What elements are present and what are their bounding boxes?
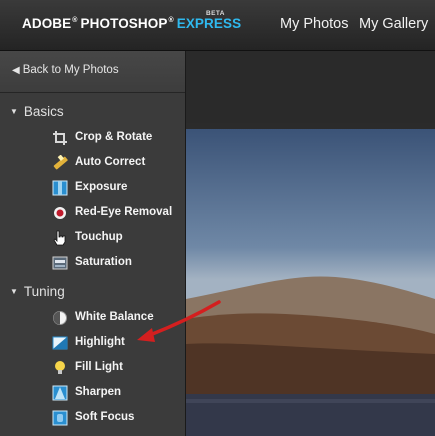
soft-focus-icon xyxy=(52,410,68,426)
highlight-icon xyxy=(52,335,68,351)
tool-auto-correct[interactable]: Auto Correct xyxy=(52,153,182,173)
back-label: Back to My Photos xyxy=(22,64,119,76)
tool-exposure[interactable]: Exposure xyxy=(52,178,182,198)
registered-mark: ® xyxy=(168,17,174,24)
tool-saturation[interactable]: Saturation xyxy=(52,253,182,273)
brand-adobe: ADOBE xyxy=(22,16,72,31)
section-tuning-header[interactable]: ▼ Tuning xyxy=(10,284,65,299)
photo-preview[interactable] xyxy=(186,129,435,436)
back-to-my-photos-link[interactable]: ◀ Back to My Photos xyxy=(12,64,119,76)
back-arrow-icon: ◀ xyxy=(12,65,20,76)
tool-red-eye-removal[interactable]: Red-Eye Removal xyxy=(52,203,182,223)
tool-label: Red-Eye Removal xyxy=(75,206,173,218)
crop-icon xyxy=(52,130,68,146)
photo-landscape xyxy=(186,129,435,436)
beta-badge: BETA xyxy=(206,10,225,17)
tool-highlight[interactable]: Highlight xyxy=(52,333,182,353)
tool-label: Sharpen xyxy=(75,386,122,398)
app-header: ADOBE® PHOTOSHOP® EXPRESS BETA My Photos M… xyxy=(0,0,435,51)
sharpen-icon xyxy=(52,385,68,401)
section-title: Tuning xyxy=(23,284,65,299)
brand-photoshop: PHOTOSHOP xyxy=(80,16,168,31)
tool-sharpen[interactable]: Sharpen xyxy=(52,383,182,403)
photo-canvas[interactable] xyxy=(186,51,435,436)
section-title: Basics xyxy=(23,104,64,119)
tool-crop-rotate[interactable]: Crop & Rotate xyxy=(52,128,182,148)
canvas-top-strip xyxy=(186,51,435,123)
tool-label: Auto Correct xyxy=(75,156,146,168)
tool-label: Highlight xyxy=(75,336,125,348)
app-logo[interactable]: ADOBE® PHOTOSHOP® EXPRESS BETA xyxy=(22,10,242,31)
tool-label: White Balance xyxy=(75,311,154,323)
expand-triangle-icon: ▼ xyxy=(10,107,18,116)
section-basics-header[interactable]: ▼ Basics xyxy=(10,104,64,119)
registered-mark: ® xyxy=(72,17,78,24)
nav-my-photos[interactable]: My Photos xyxy=(280,16,349,32)
tool-white-balance[interactable]: White Balance xyxy=(52,308,182,328)
brand-express: EXPRESS xyxy=(176,16,242,31)
nav-my-gallery[interactable]: My Gallery xyxy=(359,16,428,32)
tool-label: Saturation xyxy=(75,256,132,268)
exposure-icon xyxy=(52,180,68,196)
tool-label: Touchup xyxy=(75,231,123,243)
tool-touchup[interactable]: Touchup xyxy=(52,228,182,248)
tool-soft-focus[interactable]: Soft Focus xyxy=(52,408,182,428)
tool-label: Fill Light xyxy=(75,361,123,373)
red-eye-icon xyxy=(52,205,68,221)
tools-sidebar: ◀ Back to My Photos ▼ Basics Crop & Rotate… xyxy=(0,51,186,436)
hand-cursor-icon xyxy=(52,230,68,246)
saturation-icon xyxy=(52,255,68,271)
expand-triangle-icon: ▼ xyxy=(10,287,18,296)
tool-fill-light[interactable]: Fill Light xyxy=(52,358,182,378)
tool-label: Exposure xyxy=(75,181,128,193)
magic-wand-icon xyxy=(52,154,68,171)
light-bulb-icon xyxy=(52,360,68,376)
back-bar: ◀ Back to My Photos xyxy=(0,51,185,93)
tool-label: Crop & Rotate xyxy=(75,131,153,143)
tool-label: Soft Focus xyxy=(75,411,135,423)
white-balance-icon xyxy=(52,310,68,326)
